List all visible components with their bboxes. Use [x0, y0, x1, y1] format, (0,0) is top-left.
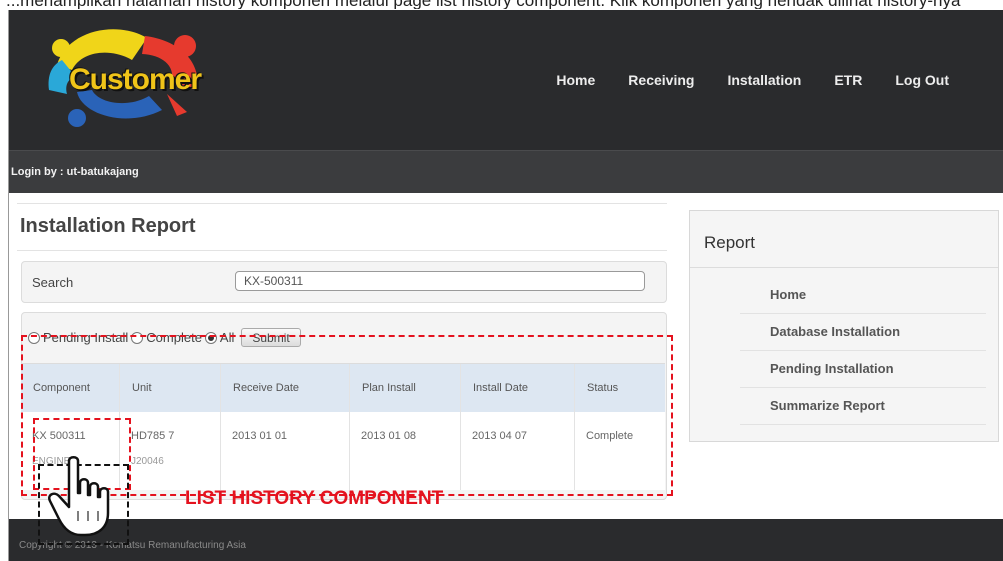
search-label: Search — [32, 275, 74, 290]
nav-installation[interactable]: Installation — [727, 72, 801, 88]
nav-log-out[interactable]: Log Out — [895, 72, 949, 88]
browser-viewport: Customer Home Receiving Installation ETR… — [8, 10, 1003, 561]
nav-home[interactable]: Home — [556, 72, 595, 88]
instruction-caption: ...menampilkan halaman history komponen … — [6, 0, 1002, 9]
main-nav: Home Receiving Installation ETR Log Out — [556, 72, 1003, 88]
annotation-label: LIST HISTORY COMPONENT — [185, 488, 444, 509]
logo-text: Customer — [69, 63, 202, 96]
login-info: Login by : ut-batukajang — [11, 166, 139, 178]
search-panel: Search — [21, 261, 667, 303]
sidebar-menu: Home Database Installation Pending Insta… — [740, 277, 986, 425]
sidebar-item-database-installation[interactable]: Database Installation — [740, 314, 986, 351]
divider — [17, 203, 667, 204]
sidebar-item-summarize-report[interactable]: Summarize Report — [740, 388, 986, 425]
sidebar-item-home[interactable]: Home — [740, 277, 986, 314]
sidebar-title: Report — [704, 233, 756, 252]
hand-pointer-icon — [48, 456, 110, 537]
nav-etr[interactable]: ETR — [834, 72, 862, 88]
login-bar: Login by : ut-batukajang — [9, 150, 1003, 193]
divider — [17, 250, 667, 251]
sidebar-item-pending-installation[interactable]: Pending Installation — [740, 351, 986, 388]
report-sidebar: Report Home Database Installation Pendin… — [689, 210, 999, 442]
divider — [690, 267, 998, 268]
customer-logo-icon[interactable]: Customer — [37, 20, 209, 132]
site-footer: Copyright © 2013 - Komatsu Remanufacturi… — [9, 519, 1003, 561]
search-input[interactable] — [235, 271, 645, 291]
site-header: Customer Home Receiving Installation ETR… — [9, 10, 1003, 150]
nav-receiving[interactable]: Receiving — [628, 72, 694, 88]
page-title: Installation Report — [20, 215, 196, 237]
